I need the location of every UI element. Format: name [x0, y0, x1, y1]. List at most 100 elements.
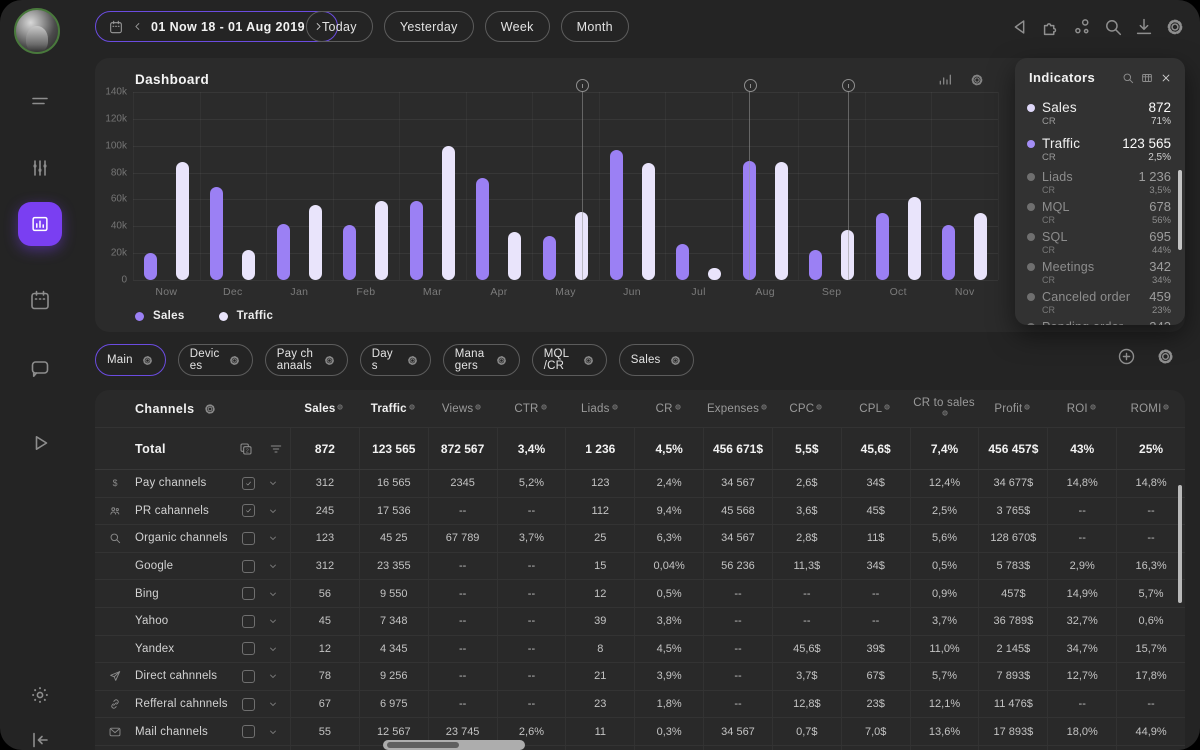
- sidebar-item-analytics[interactable]: [18, 202, 62, 246]
- chevron-down-icon[interactable]: [267, 532, 279, 544]
- table-row-bing[interactable]: Bing 569 550----120,5%------0,9%457$14,9…: [95, 580, 1185, 608]
- chevron-down-icon[interactable]: [267, 615, 279, 627]
- indicator-sales[interactable]: Sales 872 CR71%: [1015, 100, 1185, 127]
- filter-chip-devices[interactable]: Devices: [178, 344, 253, 376]
- download-icon[interactable]: [1133, 16, 1155, 38]
- table-row-refferal-cahnnels[interactable]: Refferal cahnnels 676 975----231,8%--12,…: [95, 691, 1185, 719]
- settings-icon[interactable]: [674, 403, 682, 411]
- indicator-meetings[interactable]: Meetings 342 CR34%: [1015, 259, 1185, 286]
- table-row-other[interactable]: Other 124 7661 0482,9%140,8%34 5672,4$4,…: [95, 746, 1185, 750]
- indicator-liads[interactable]: Liads 1 236 CR3,5%: [1015, 169, 1185, 196]
- chevron-down-icon[interactable]: [267, 643, 279, 655]
- add-filter-button[interactable]: [1116, 346, 1137, 367]
- close-icon[interactable]: [1159, 71, 1173, 85]
- legend-item-traffic[interactable]: Traffic: [219, 310, 274, 322]
- filter-chip-managers[interactable]: Managers: [443, 344, 520, 376]
- table-row-yandex[interactable]: Yandex 124 345----84,5%--45,6$39$11,0%2 …: [95, 636, 1185, 664]
- settings-icon[interactable]: [336, 403, 344, 411]
- sidebar-item-menu[interactable]: [28, 89, 52, 113]
- settings-icon[interactable]: [815, 403, 823, 411]
- table-row-direct-cahnnels[interactable]: Direct cahnnels 789 256----213,9%--3,7$6…: [95, 663, 1185, 691]
- settings-icon[interactable]: [228, 354, 241, 367]
- settings-icon[interactable]: [611, 403, 619, 411]
- column-header-sales[interactable]: Sales: [290, 403, 359, 415]
- quick-button-yesterday[interactable]: Yesterday: [384, 11, 474, 42]
- column-header-cr-to-sales[interactable]: CR to sales: [910, 397, 979, 421]
- filter-chip-days[interactable]: Days: [360, 344, 431, 376]
- filter-settings-button[interactable]: [1155, 346, 1176, 367]
- table-row-pay-channels[interactable]: $ Pay channels 31216 56523455,2%1232,4%3…: [95, 470, 1185, 498]
- puzzle-icon[interactable]: [1040, 16, 1062, 38]
- quick-button-today[interactable]: Today: [306, 11, 373, 42]
- row-checkbox[interactable]: [242, 504, 255, 517]
- quick-button-month[interactable]: Month: [561, 11, 629, 42]
- filter-chip-mql-cr[interactable]: MQL /CR: [532, 344, 607, 376]
- channels-settings-icon[interactable]: [203, 402, 217, 416]
- filter-chip-main[interactable]: Main: [95, 344, 166, 376]
- annotation-marker[interactable]: [744, 79, 757, 92]
- row-checkbox[interactable]: [242, 477, 255, 490]
- settings-icon[interactable]: [883, 403, 891, 411]
- chevron-down-icon[interactable]: [267, 505, 279, 517]
- row-checkbox[interactable]: [242, 587, 255, 600]
- annotation-marker[interactable]: [576, 79, 589, 92]
- settings-icon[interactable]: [941, 409, 949, 417]
- chevron-down-icon[interactable]: [267, 698, 279, 710]
- chevron-down-icon[interactable]: [267, 670, 279, 682]
- row-checkbox[interactable]: [242, 532, 255, 545]
- settings-icon[interactable]: [582, 354, 595, 367]
- row-checkbox[interactable]: [242, 642, 255, 655]
- column-header-profit[interactable]: Profit: [978, 403, 1047, 415]
- column-header-views[interactable]: Views: [428, 403, 497, 415]
- sidebar-item-theme[interactable]: [28, 683, 52, 707]
- row-checkbox[interactable]: [242, 670, 255, 683]
- table-row-pr-cahannels[interactable]: PR cahannels 24517 536----1129,4%45 5683…: [95, 498, 1185, 526]
- table-row-google[interactable]: Google 31223 355----150,04%56 23611,3$34…: [95, 553, 1185, 581]
- sidebar-item-messages[interactable]: [28, 356, 52, 380]
- settings-icon[interactable]: [969, 72, 985, 88]
- sidebar-item-filters[interactable]: [28, 156, 52, 180]
- search-icon[interactable]: [1102, 16, 1124, 38]
- filter-chip-pay-chanaals[interactable]: Pay chanaals: [265, 344, 348, 376]
- filter-chip-sales[interactable]: Sales: [619, 344, 694, 376]
- settings-icon[interactable]: [1162, 403, 1170, 411]
- column-header-roi[interactable]: ROI: [1047, 403, 1116, 415]
- table-row-mail-channels[interactable]: Mail channels 5512 56723 7452,6%110,3%34…: [95, 718, 1185, 746]
- settings-icon[interactable]: [474, 403, 482, 411]
- table-row-yahoo[interactable]: Yahoo 457 348----393,8%------3,7%36 789$…: [95, 608, 1185, 636]
- date-prev-button[interactable]: [131, 20, 144, 33]
- back-icon[interactable]: [1009, 16, 1031, 38]
- settings-icon[interactable]: [760, 403, 768, 411]
- sidebar-item-play[interactable]: [28, 431, 52, 455]
- copy-2-icon[interactable]: 2: [238, 441, 254, 457]
- legend-item-sales[interactable]: Sales: [135, 310, 185, 322]
- chevron-down-icon[interactable]: [267, 477, 279, 489]
- indicators-scrollbar[interactable]: [1178, 170, 1182, 250]
- annotation-marker[interactable]: [842, 79, 855, 92]
- column-header-romi[interactable]: ROMI: [1116, 403, 1185, 415]
- column-header-cr[interactable]: CR: [634, 403, 703, 415]
- row-checkbox[interactable]: [242, 725, 255, 738]
- indicator-pending-order[interactable]: Pending order 342: [1015, 319, 1185, 325]
- row-checkbox[interactable]: [242, 698, 255, 711]
- settings-icon[interactable]: [669, 354, 682, 367]
- settings-icon[interactable]: [1089, 403, 1097, 411]
- column-header-expenses[interactable]: Expenses: [703, 403, 772, 415]
- table-horizontal-scrollbar[interactable]: [383, 740, 525, 750]
- indicator-mql[interactable]: MQL 678 CR56%: [1015, 199, 1185, 226]
- sidebar-item-collapse[interactable]: [28, 728, 52, 750]
- settings-icon[interactable]: [406, 354, 419, 367]
- table-row-organic-channels[interactable]: Organic channels 12345 2567 7893,7%256,3…: [95, 525, 1185, 553]
- settings-icon[interactable]: [408, 403, 416, 411]
- avatar[interactable]: [14, 8, 60, 54]
- quick-button-week[interactable]: Week: [485, 11, 550, 42]
- settings-icon[interactable]: [1164, 16, 1186, 38]
- indicator-traffic[interactable]: Traffic 123 565 CR2,5%: [1015, 136, 1185, 163]
- chevron-down-icon[interactable]: [267, 726, 279, 738]
- column-header-traffic[interactable]: Traffic: [359, 403, 428, 415]
- indicator-canceled-order[interactable]: Canceled order 459 CR23%: [1015, 289, 1185, 316]
- chevron-down-icon[interactable]: [267, 560, 279, 572]
- table-vertical-scrollbar[interactable]: [1178, 485, 1182, 603]
- column-header-cpl[interactable]: CPL: [841, 403, 910, 415]
- search-icon[interactable]: [1121, 71, 1135, 85]
